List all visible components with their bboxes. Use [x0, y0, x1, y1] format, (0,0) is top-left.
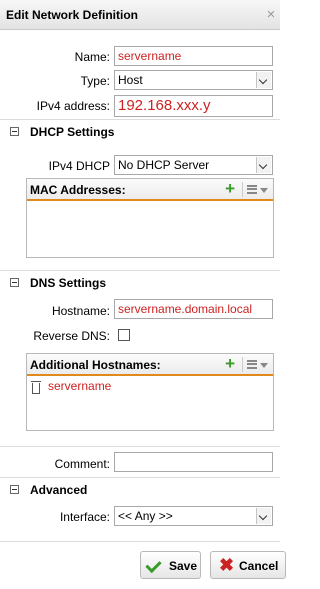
- chevron-down-icon: [256, 72, 271, 88]
- dns-section-title: DNS Settings: [30, 276, 107, 290]
- ipv4-label: IPv4 address:: [36, 99, 110, 113]
- toolbar-separator: [242, 357, 243, 372]
- type-label: Type:: [80, 74, 110, 88]
- interface-label: Interface:: [59, 510, 110, 524]
- hostname-input[interactable]: servername.domain.local: [114, 299, 273, 319]
- advanced-section-header[interactable]: Advanced: [0, 478, 280, 502]
- ipv4-dhcp-select[interactable]: No DHCP Server: [114, 155, 273, 175]
- divider: [0, 446, 280, 447]
- ipv4-dhcp-label: IPv4 DHCP: [48, 159, 110, 173]
- interface-select[interactable]: << Any >>: [114, 506, 273, 526]
- additional-hostnames-grid: Additional Hostnames: + servername: [26, 353, 274, 431]
- dialog-titlebar: Edit Network Definition ×: [0, 0, 280, 30]
- cancel-button[interactable]: ✖ Cancel: [210, 551, 286, 579]
- collapse-icon[interactable]: [10, 127, 19, 136]
- divider: [0, 541, 280, 542]
- mac-addresses-grid-title: MAC Addresses:: [30, 183, 126, 197]
- collapse-icon[interactable]: [10, 485, 19, 494]
- mac-addresses-grid-header: MAC Addresses: +: [27, 179, 273, 201]
- add-icon[interactable]: +: [225, 180, 235, 198]
- collapse-icon[interactable]: [10, 278, 19, 287]
- comment-input[interactable]: [114, 452, 273, 472]
- trash-icon[interactable]: [31, 381, 41, 394]
- list-item[interactable]: servername: [27, 378, 273, 396]
- check-icon: [145, 556, 162, 574]
- dhcp-section-header[interactable]: DHCP Settings: [0, 120, 280, 144]
- ipv4-dhcp-select-value: No DHCP Server: [118, 158, 210, 172]
- dns-section-header[interactable]: DNS Settings: [0, 271, 280, 295]
- reverse-dns-label: Reverse DNS:: [33, 329, 110, 343]
- reverse-dns-checkbox[interactable]: [118, 329, 130, 341]
- list-icon[interactable]: [247, 360, 257, 369]
- dialog-title: Edit Network Definition: [6, 8, 138, 22]
- dhcp-section-title: DHCP Settings: [30, 125, 115, 139]
- ipv4-input[interactable]: 192.168.xxx.y: [114, 95, 273, 117]
- hostname-item-text: servername: [48, 379, 112, 393]
- name-label: Name:: [74, 50, 110, 64]
- additional-hostnames-grid-title: Additional Hostnames:: [30, 358, 161, 372]
- hostname-label: Hostname:: [51, 304, 110, 318]
- list-icon[interactable]: [247, 185, 257, 194]
- close-icon[interactable]: ×: [264, 7, 278, 22]
- type-select[interactable]: Host: [114, 70, 273, 90]
- cancel-button-label: Cancel: [239, 559, 279, 573]
- save-button[interactable]: Save: [140, 551, 201, 579]
- add-icon[interactable]: +: [225, 355, 235, 373]
- advanced-section-title: Advanced: [30, 483, 88, 497]
- interface-select-value: << Any >>: [118, 509, 173, 523]
- type-select-value: Host: [118, 73, 143, 87]
- caret-down-icon[interactable]: [260, 188, 268, 193]
- chevron-down-icon: [256, 508, 271, 524]
- comment-label: Comment:: [54, 457, 110, 471]
- toolbar-separator: [242, 182, 243, 197]
- save-button-label: Save: [169, 559, 198, 573]
- name-input[interactable]: servername: [114, 46, 273, 66]
- mac-addresses-grid: MAC Addresses: +: [26, 178, 274, 258]
- chevron-down-icon: [256, 157, 271, 173]
- caret-down-icon[interactable]: [260, 363, 268, 368]
- close-x-icon: ✖: [219, 555, 235, 575]
- additional-hostnames-grid-header: Additional Hostnames: +: [27, 354, 273, 376]
